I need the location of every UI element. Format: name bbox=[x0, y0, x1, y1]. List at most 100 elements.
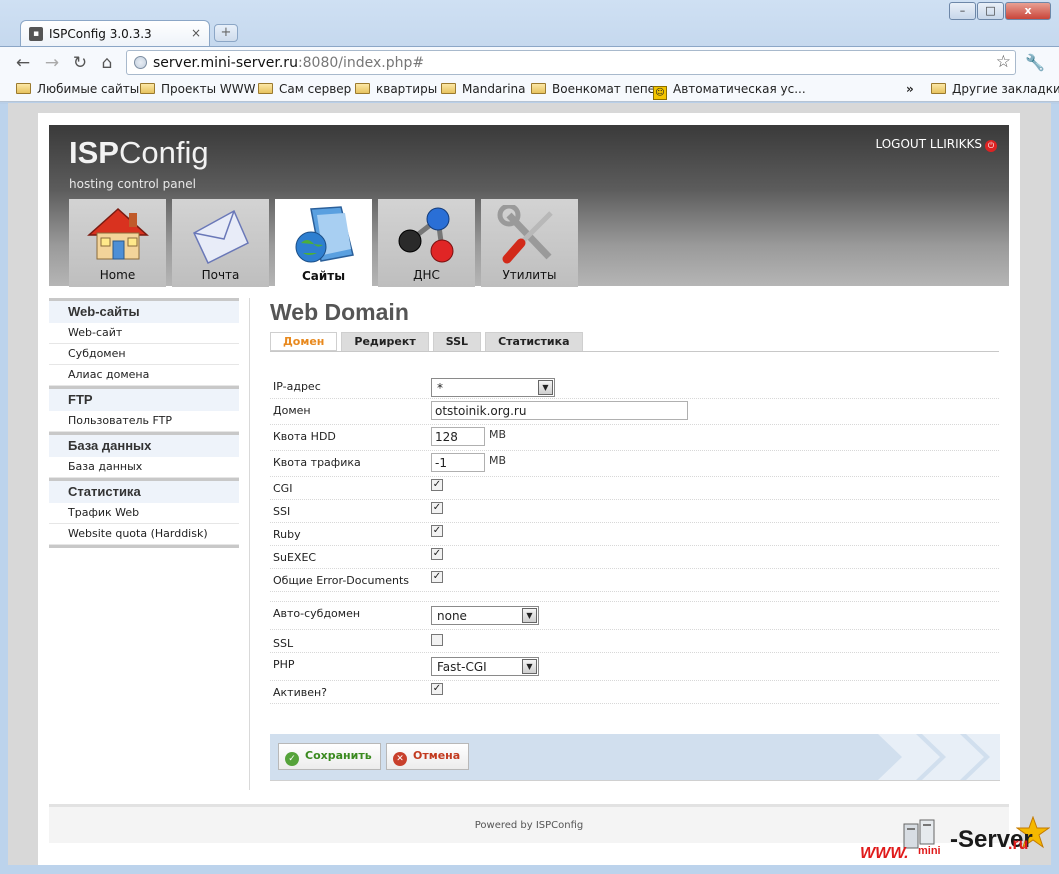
bookmark-item[interactable]: ☺ Автоматическая ус... bbox=[653, 82, 806, 100]
save-button[interactable]: ✓ Сохранить bbox=[278, 743, 381, 770]
globe-icon bbox=[134, 56, 147, 69]
sidebar-item-web-traffic[interactable]: Трафик Web bbox=[49, 503, 239, 524]
sidebar-item-ftp-user[interactable]: Пользователь FTP bbox=[49, 411, 239, 432]
tab-statistics[interactable]: Статистика bbox=[485, 332, 583, 351]
minimize-button[interactable]: – bbox=[949, 2, 976, 20]
main-content: Web Domain Домен Редирект SSL Статистика… bbox=[270, 298, 1000, 781]
sidebar-item-subdomain[interactable]: Субдомен bbox=[49, 344, 239, 365]
window-controls: – □ x bbox=[948, 2, 1051, 20]
folder-icon bbox=[355, 83, 370, 94]
footer-link[interactable]: ISPConfig bbox=[536, 820, 583, 831]
module-tab-sites[interactable]: Сайты bbox=[275, 199, 372, 288]
check-icon: ✓ bbox=[285, 752, 299, 766]
folder-globe-icon bbox=[295, 206, 354, 263]
ruby-checkbox[interactable]: ✓ bbox=[431, 525, 443, 537]
bookmark-item[interactable]: Сам сервер bbox=[258, 82, 351, 96]
hdd-quota-input[interactable]: 128 bbox=[431, 427, 485, 446]
power-icon: ⏻ bbox=[985, 140, 997, 152]
module-tab-mail[interactable]: Почта bbox=[172, 199, 269, 287]
tab-ssl[interactable]: SSL bbox=[432, 332, 482, 351]
sidebar-item-website[interactable]: Web-сайт bbox=[49, 323, 239, 344]
sidebar-item-database[interactable]: База данных bbox=[49, 457, 239, 478]
button-bar-underline bbox=[270, 780, 1000, 781]
ssl-checkbox[interactable] bbox=[431, 634, 443, 646]
bookmark-item[interactable]: Проекты WWW bbox=[140, 82, 256, 96]
module-tab-home[interactable]: Home bbox=[69, 199, 166, 287]
php-select[interactable]: Fast-CGI ▼ bbox=[431, 657, 539, 676]
watermark-logo: WWW. mini -Server .ru bbox=[856, 812, 1056, 872]
row-domain: Домен otstoinik.org.ru bbox=[270, 399, 999, 425]
sidebar-section-stats: Статистика bbox=[49, 478, 239, 503]
bookmark-item[interactable]: Mandarina bbox=[441, 82, 526, 96]
page-container: ISPConfig hosting control panel LOGOUT L… bbox=[38, 113, 1020, 865]
row-ruby: Ruby ✓ bbox=[270, 523, 999, 546]
form-spacer bbox=[270, 592, 999, 602]
sidebar-item-website-quota[interactable]: Website quota (Harddisk) bbox=[49, 524, 239, 545]
tab-domain[interactable]: Домен bbox=[270, 332, 338, 351]
cancel-button[interactable]: ✕ Отмена bbox=[386, 743, 470, 770]
app-subtitle: hosting control panel bbox=[69, 177, 196, 191]
forward-icon[interactable]: → bbox=[41, 52, 63, 74]
browser-toolbar: ← → ↻ ⌂ server.mini-server.ru:8080/index… bbox=[0, 46, 1059, 78]
row-hdd-quota: Квота HDD 128 MB bbox=[270, 425, 999, 451]
bookmark-item[interactable]: Любимые сайты bbox=[16, 82, 139, 96]
logout-link[interactable]: LOGOUT LLIRIKKS ⏻ bbox=[875, 137, 997, 152]
tab-title: ISPConfig 3.0.3.3 bbox=[49, 27, 152, 41]
address-bar[interactable]: server.mini-server.ru:8080/index.php# ☆ bbox=[126, 50, 1016, 75]
domain-input[interactable]: otstoinik.org.ru bbox=[431, 401, 688, 420]
suexec-checkbox[interactable]: ✓ bbox=[431, 548, 443, 560]
ip-select[interactable]: * ▼ bbox=[431, 378, 555, 397]
app-logo: ISPConfig bbox=[69, 135, 209, 170]
cgi-checkbox[interactable]: ✓ bbox=[431, 479, 443, 491]
error-documents-checkbox[interactable]: ✓ bbox=[431, 571, 443, 583]
traffic-unit: MB bbox=[489, 454, 507, 467]
vertical-divider bbox=[249, 298, 250, 790]
row-php: PHP Fast-CGI ▼ bbox=[270, 653, 999, 681]
wrench-icon[interactable]: 🔧 bbox=[1024, 52, 1046, 74]
close-icon: ✕ bbox=[393, 752, 407, 766]
folder-icon bbox=[441, 83, 456, 94]
home-icon[interactable]: ⌂ bbox=[96, 52, 118, 74]
arrows-decoration bbox=[878, 734, 1000, 780]
chevron-down-icon: ▼ bbox=[522, 608, 537, 623]
folder-icon bbox=[258, 83, 273, 94]
back-icon[interactable]: ← bbox=[12, 52, 34, 74]
new-tab-button[interactable]: + bbox=[214, 24, 238, 42]
auto-subdomain-select[interactable]: none ▼ bbox=[431, 606, 539, 625]
page-title: Web Domain bbox=[270, 299, 409, 325]
form-button-bar: ✓ Сохранить ✕ Отмена bbox=[270, 734, 1000, 780]
bookmark-item[interactable]: Военкомат пепе bbox=[531, 82, 655, 96]
bookmark-star-icon[interactable]: ☆ bbox=[996, 52, 1011, 72]
row-ssl: SSL bbox=[270, 630, 999, 653]
tab-close-icon[interactable]: × bbox=[191, 26, 201, 40]
sidebar-item-alias[interactable]: Алиас домена bbox=[49, 365, 239, 386]
close-window-button[interactable]: x bbox=[1005, 2, 1051, 20]
molecule-icon bbox=[398, 207, 454, 263]
module-tab-dns[interactable]: ДНС bbox=[378, 199, 475, 287]
favicon-icon: ▪ bbox=[29, 27, 43, 41]
sidebar-end-divider bbox=[49, 545, 239, 548]
sidebar: Web-сайты Web-сайт Субдомен Алиас домена… bbox=[49, 298, 239, 548]
reload-icon[interactable]: ↻ bbox=[69, 52, 91, 74]
page-viewport: ISPConfig hosting control panel LOGOUT L… bbox=[8, 103, 1051, 865]
browser-tab[interactable]: ▪ ISPConfig 3.0.3.3 × bbox=[20, 20, 210, 46]
hdd-unit: MB bbox=[489, 428, 507, 441]
folder-icon bbox=[931, 83, 946, 94]
other-bookmarks[interactable]: Другие закладки bbox=[931, 82, 1059, 96]
sidebar-section-database: База данных bbox=[49, 432, 239, 457]
module-tab-tools[interactable]: Утилиты bbox=[481, 199, 578, 287]
row-traffic-quota: Квота трафика -1 MB bbox=[270, 451, 999, 477]
maximize-button[interactable]: □ bbox=[977, 2, 1004, 20]
bookmarks-overflow-button[interactable]: » bbox=[906, 82, 914, 96]
sidebar-section-ftp: FTP bbox=[49, 386, 239, 411]
tabs-underline bbox=[270, 351, 999, 352]
web-domain-form: IP-адрес * ▼ Домен otstoinik.org.ru Квота… bbox=[270, 371, 999, 704]
tab-redirect[interactable]: Редирект bbox=[341, 332, 429, 351]
bookmark-item[interactable]: квартиры bbox=[355, 82, 437, 96]
active-checkbox[interactable]: ✓ bbox=[431, 683, 443, 695]
traffic-quota-input[interactable]: -1 bbox=[431, 453, 485, 472]
house-icon bbox=[87, 207, 149, 260]
row-active: Активен? ✓ bbox=[270, 681, 999, 704]
ssi-checkbox[interactable]: ✓ bbox=[431, 502, 443, 514]
form-tabs: Домен Редирект SSL Статистика bbox=[270, 332, 587, 351]
